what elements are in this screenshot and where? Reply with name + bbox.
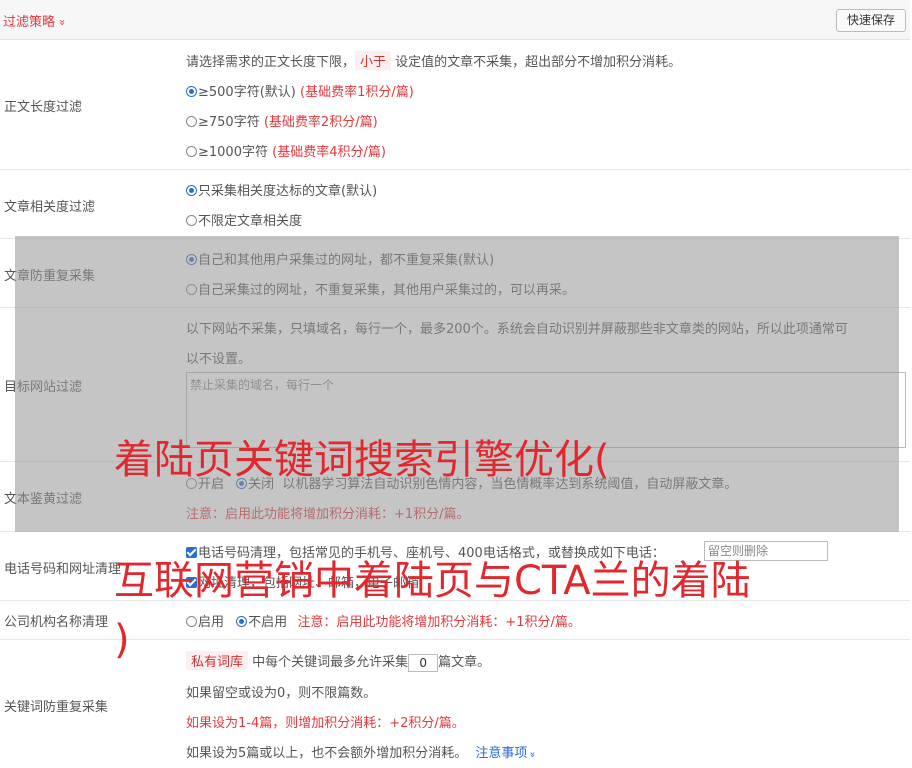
row-label: 文本鉴黄过滤 — [4, 492, 83, 507]
length-option-750[interactable]: ≥750字符 (基础费率2积分/篇) — [186, 111, 378, 130]
company-options: 启用 不启用 注意：启用此功能将增加积分消耗：+1积分/篇。 — [186, 611, 581, 630]
porn-cost-note: 注意：启用此功能将增加积分消耗：+1积分/篇。 — [186, 507, 470, 522]
porn-option-off[interactable]: 关闭 — [236, 477, 274, 492]
checkbox-checked-icon[interactable] — [186, 547, 197, 558]
radio-selected-icon[interactable] — [236, 616, 248, 627]
length-option-500[interactable]: ≥500字符(默认) (基础费率1积分/篇) — [186, 81, 414, 100]
row-label: 公司机构名称清理 — [4, 615, 109, 630]
private-lexicon-tag: 私有词库 — [186, 651, 249, 670]
keyword-limit-line: 私有词库 中每个关键词最多允许采集 0 篇文章。 — [186, 651, 490, 672]
chevron-down-icon: » — [55, 19, 69, 26]
radio-icon[interactable] — [186, 215, 197, 226]
site-desc-line2: 以不设置。 — [186, 352, 252, 367]
radio-selected-icon[interactable] — [236, 478, 248, 489]
dedupe-option-all[interactable]: 自己和其他用户采集过的网址，都不重复采集(默认) — [186, 249, 494, 268]
keyword-limit-input[interactable]: 0 — [408, 653, 439, 672]
row-porn-filter: 文本鉴黄过滤 开启 关闭 以机器学习算法自动识别色情内容，当色情概率达到系统阈值… — [0, 462, 910, 532]
row-label: 电话号码和网址清理 — [4, 562, 122, 577]
keyword-line2: 如果留空或设为0，则不限篇数。 — [186, 686, 377, 701]
radio-icon[interactable] — [186, 616, 197, 627]
relevance-option-any[interactable]: 不限定文章相关度 — [186, 210, 302, 229]
row-keyword-dedupe: 关键词防重复采集 私有词库 中每个关键词最多允许采集 0 篇文章。 如果留空或设为0… — [0, 640, 910, 768]
company-option-on[interactable]: 启用 — [186, 615, 224, 630]
porn-option-on[interactable]: 开启 — [186, 477, 224, 492]
less-than-tag: 小于 — [355, 51, 392, 70]
strategy-header: 过滤策略» 快速保存 — [0, 0, 910, 40]
blocked-domains-textarea[interactable] — [186, 372, 906, 448]
quick-save-button[interactable]: 快速保存 — [836, 9, 906, 32]
row-relevance-filter: 文章相关度过滤 只采集相关度达标的文章(默认) 不限定文章相关度 — [0, 170, 910, 239]
row-company-filter: 公司机构名称清理 启用 不启用 注意：启用此功能将增加积分消耗：+1积分/篇。 — [0, 601, 910, 640]
keyword-line3: 如果设为1-4篇，则增加积分消耗：+2积分/篇。 — [186, 716, 465, 731]
keyword-line4: 如果设为5篇或以上，也不会额外增加积分消耗。 注意事项» — [186, 746, 538, 761]
length-desc: 请选择需求的正文长度下限， 小于 设定值的文章不采集，超出部分不增加积分消耗。 — [186, 51, 681, 70]
length-option-1000[interactable]: ≥1000字符 (基础费率4积分/篇) — [186, 141, 386, 160]
row-dedupe: 文章防重复采集 自己和其他用户采集过的网址，都不重复采集(默认) 自己采集过的网… — [0, 239, 910, 308]
radio-selected-icon[interactable] — [186, 86, 197, 97]
radio-selected-icon[interactable] — [186, 254, 197, 265]
row-label: 文章防重复采集 — [4, 269, 96, 284]
porn-options: 开启 关闭 以机器学习算法自动识别色情内容，当色情概率达到系统阈值，自动屏蔽文章… — [186, 473, 737, 492]
url-cleanup-option[interactable]: 网址清理，包括网址、邮箱，电子邮箱 — [186, 572, 419, 591]
radio-icon[interactable] — [186, 478, 197, 489]
replacement-phone-input[interactable]: 留空则删除 — [704, 541, 828, 561]
radio-selected-icon[interactable] — [186, 185, 197, 196]
dedupe-option-self[interactable]: 自己采集过的网址，不重复采集，其他用户采集过的，可以再采。 — [186, 279, 575, 298]
site-desc-line1: 以下网站不采集，只填域名，每行一个，最多200个。系统会自动识别并屏蔽那些非文章… — [186, 322, 848, 337]
checkbox-checked-icon[interactable] — [186, 577, 197, 588]
row-length-filter: 正文长度过滤 请选择需求的正文长度下限， 小于 设定值的文章不采集，超出部分不增加… — [0, 40, 910, 170]
row-label: 文章相关度过滤 — [4, 200, 96, 215]
radio-icon[interactable] — [186, 116, 197, 127]
relevance-option-qualified[interactable]: 只采集相关度达标的文章(默认) — [186, 180, 377, 199]
phone-cleanup-option[interactable]: 电话号码清理，包括常见的手机号、座机号、400电话格式，或替换成如下电话： — [186, 542, 665, 561]
section-title[interactable]: 过滤策略» — [3, 11, 69, 30]
chevron-down-icon: » — [527, 751, 538, 758]
row-label: 正文长度过滤 — [4, 100, 83, 115]
company-option-off[interactable]: 不启用 — [236, 615, 287, 630]
notes-link[interactable]: 注意事项» — [475, 746, 538, 761]
radio-icon[interactable] — [186, 284, 197, 295]
row-label: 目标网站过滤 — [4, 380, 83, 395]
radio-icon[interactable] — [186, 146, 197, 157]
row-label: 关键词防重复采集 — [4, 700, 109, 715]
